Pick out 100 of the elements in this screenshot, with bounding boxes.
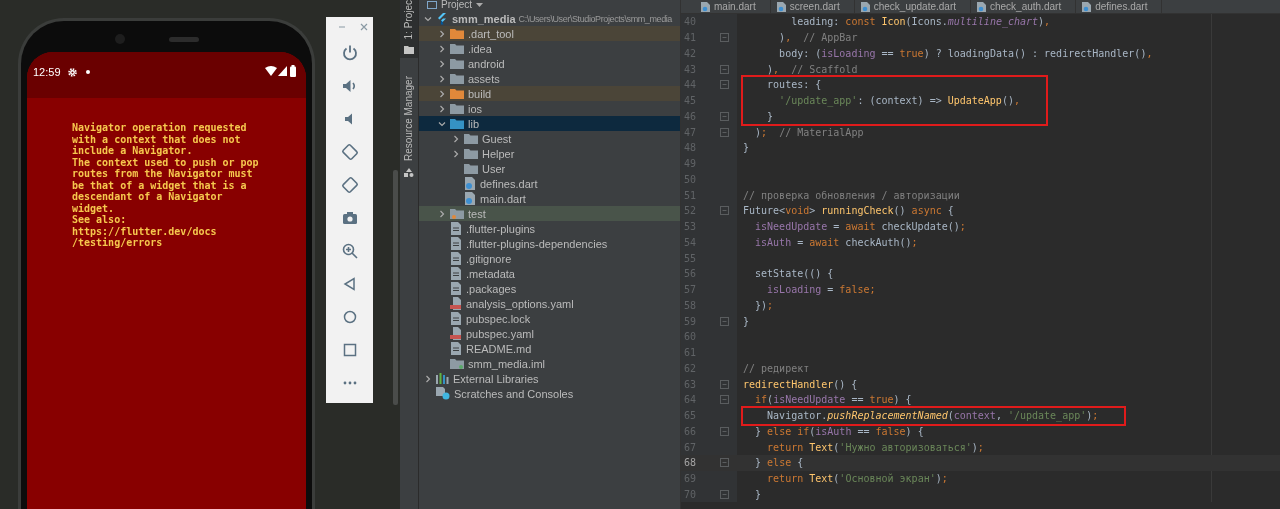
- fold-marker-icon[interactable]: [720, 395, 729, 405]
- code-line: ), // Scaffold: [766, 63, 858, 75]
- fold-marker-icon[interactable]: [720, 206, 729, 216]
- chevron-icon[interactable]: [424, 374, 432, 383]
- code-line: redirectHandler() {: [743, 378, 858, 390]
- tree-item[interactable]: defines.dart: [419, 176, 680, 191]
- code-line: ), // AppBar: [778, 32, 858, 44]
- editor-tab[interactable]: check_update.dart: [854, 0, 971, 13]
- tree-item[interactable]: External Libraries: [419, 371, 680, 386]
- dart-file-icon: [977, 1, 986, 12]
- error-message: Navigator operation requested with a context that does not include a Navigator. The context used to push or pop routes from the Navigator must be that of a widget that is a descendant of a Navigator widget. See also: https://flutter.dev/docs /testing/errors: [72, 122, 260, 249]
- folder-icon: [450, 43, 464, 54]
- rotate-left-icon[interactable]: [340, 143, 359, 161]
- chevron-icon[interactable]: [438, 29, 446, 38]
- file-icon: [450, 342, 462, 355]
- code-line: Navigator.pushReplacementNamed(context, '/update_app');: [766, 410, 1099, 422]
- folder-icon: [404, 45, 414, 55]
- fold-marker-icon[interactable]: [720, 426, 729, 436]
- camera-icon[interactable]: [340, 209, 359, 227]
- tool-window-tab[interactable]: Resource Manager: [400, 72, 418, 182]
- tree-item[interactable]: Scratches and Consoles: [419, 386, 680, 401]
- tree-item[interactable]: .packages: [419, 281, 680, 296]
- tree-item[interactable]: Guest: [419, 131, 680, 146]
- tree-item[interactable]: lib: [419, 116, 680, 131]
- file-icon: [450, 267, 462, 280]
- speaker-grille: [169, 37, 199, 42]
- tree-item[interactable]: assets: [419, 71, 680, 86]
- file-icon: [450, 222, 462, 235]
- code-line: isAuth = await checkAuth();: [754, 236, 918, 248]
- code-line: // проверка обновления / авторизации: [743, 189, 960, 201]
- chevron-icon[interactable]: [438, 89, 446, 98]
- editor-tab[interactable]: check_auth.dart: [971, 0, 1077, 13]
- file-icon: [450, 237, 462, 250]
- folder-icon: [450, 208, 464, 219]
- code-line: }: [743, 315, 750, 327]
- chevron-icon[interactable]: [438, 59, 446, 68]
- caret-icon[interactable]: [476, 2, 484, 8]
- tree-item[interactable]: .idea: [419, 41, 680, 56]
- chevron-icon[interactable]: [424, 14, 432, 23]
- tree-item[interactable]: Helper: [419, 146, 680, 161]
- chevron-icon[interactable]: [438, 74, 446, 83]
- close-icon[interactable]: [359, 23, 368, 31]
- fold-marker-icon[interactable]: [720, 80, 729, 90]
- fold-marker-icon[interactable]: [720, 33, 729, 43]
- yaml-file-icon: [450, 327, 462, 340]
- chevron-icon[interactable]: [452, 134, 460, 143]
- fold-marker-icon[interactable]: [720, 489, 729, 499]
- code-line: if(isNeedUpdate == true) {: [754, 394, 912, 406]
- tree-item[interactable]: smm_media C:\Users\User\StudioProjects\smm_media: [419, 11, 680, 26]
- scratch-file-icon: [436, 387, 450, 400]
- scrollbar[interactable]: [393, 170, 398, 405]
- chevron-icon[interactable]: [438, 44, 446, 53]
- file-icon: [450, 282, 462, 295]
- power-icon[interactable]: [340, 44, 359, 62]
- tree-item[interactable]: .gitignore: [419, 251, 680, 266]
- dart-file-icon: [464, 192, 476, 205]
- chevron-icon[interactable]: [438, 104, 446, 113]
- code-line: Future<void> runningCheck() async {: [743, 205, 954, 217]
- tree-item[interactable]: test: [419, 206, 680, 221]
- chevron-icon[interactable]: [438, 209, 446, 218]
- code-line: } else if(isAuth == false) {: [754, 425, 924, 437]
- fold-marker-icon[interactable]: [720, 458, 729, 468]
- window-icon: [427, 1, 437, 9]
- editor-tab[interactable]: screen.dart: [770, 0, 855, 13]
- zoom-icon[interactable]: [340, 242, 359, 260]
- tree-item[interactable]: build: [419, 86, 680, 101]
- fold-marker-icon[interactable]: [720, 127, 729, 137]
- code-line: return Text('Нужно авторизоваться');: [766, 441, 984, 453]
- tree-item[interactable]: main.dart: [419, 191, 680, 206]
- tree-item[interactable]: pubspec.yaml: [419, 326, 680, 341]
- fold-marker-icon[interactable]: [720, 379, 729, 389]
- tree-item[interactable]: ios: [419, 101, 680, 116]
- tree-item[interactable]: .flutter-plugins-dependencies: [419, 236, 680, 251]
- tree-item[interactable]: analysis_options.yaml: [419, 296, 680, 311]
- flutter-icon: [436, 12, 448, 25]
- fold-marker-icon[interactable]: [720, 111, 729, 121]
- folder-icon: [450, 88, 464, 99]
- tool-window-tab[interactable]: 1: Projec: [400, 0, 418, 59]
- tree-item[interactable]: pubspec.lock: [419, 311, 680, 326]
- folder-icon: [464, 148, 478, 159]
- tree-item[interactable]: .flutter-plugins: [419, 221, 680, 236]
- folder-icon: [450, 73, 464, 84]
- tree-item[interactable]: .dart_tool: [419, 26, 680, 41]
- tree-item[interactable]: README.md: [419, 341, 680, 356]
- module-file-icon: [450, 358, 464, 369]
- rotate-right-icon[interactable]: [340, 176, 359, 194]
- fold-marker-icon[interactable]: [720, 316, 729, 326]
- folder-icon: [450, 28, 464, 39]
- tree-item[interactable]: .metadata: [419, 266, 680, 281]
- editor-tab[interactable]: main.dart: [695, 0, 771, 13]
- fold-marker-icon[interactable]: [720, 64, 729, 74]
- folder-icon: [464, 133, 478, 144]
- editor-tab[interactable]: defines.dart: [1076, 0, 1163, 13]
- tree-item[interactable]: android: [419, 56, 680, 71]
- chevron-icon[interactable]: [438, 119, 446, 128]
- tree-item[interactable]: User: [419, 161, 680, 176]
- tree-item[interactable]: smm_media.iml: [419, 356, 680, 371]
- panel-title[interactable]: Project: [441, 0, 473, 10]
- code-line: isLoading = false;: [766, 284, 876, 296]
- chevron-icon[interactable]: [452, 149, 460, 158]
